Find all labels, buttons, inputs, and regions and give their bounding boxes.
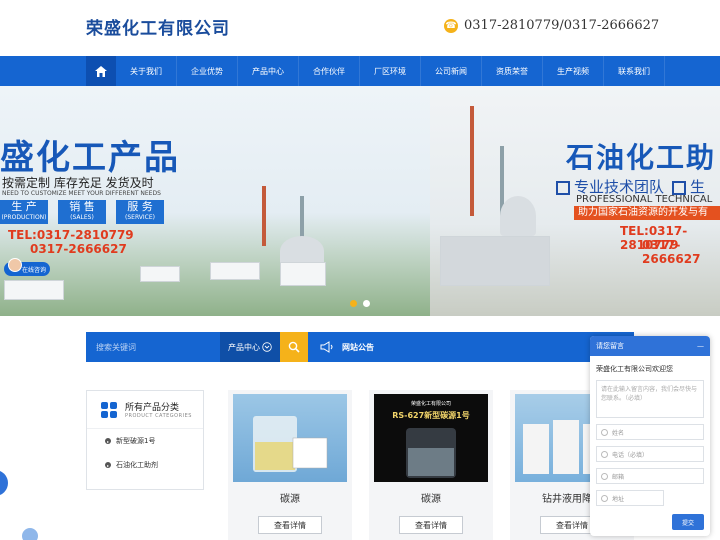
address-field[interactable]: 地址 [596, 490, 664, 506]
arrow-right-icon: ▸ [105, 462, 111, 468]
nav-item-about[interactable]: 关于我们 [116, 56, 177, 86]
message-welcome: 荣盛化工有限公司欢迎您 [596, 365, 673, 373]
banner-right-title: 石油化工助 [566, 141, 717, 174]
product-name[interactable]: 碳源 [369, 490, 493, 505]
search-input[interactable] [86, 332, 220, 362]
message-header: 请您留言 — [590, 336, 710, 356]
name-field[interactable]: 姓名 [596, 424, 704, 440]
service-badges: 生 产 (PRODUCTION) 销 售 (SALES) 服 务 (SERVIC… [0, 200, 164, 224]
megaphone-icon [320, 341, 333, 353]
minimize-icon[interactable]: — [697, 342, 704, 350]
product-categories: 所有产品分类 PRODUCT CATEGORIES ▸ 新型破源1号 ▸ 石油化… [86, 390, 204, 490]
nav-item-video[interactable]: 生产视频 [543, 56, 604, 86]
beaker-illustration [406, 428, 456, 478]
mail-icon [601, 472, 608, 480]
site-header: 荣盛化工有限公司 ☎ 0317-2810779/0317-2666627 [0, 0, 720, 56]
banner-tel-2: 0317-2666627 [30, 242, 127, 256]
product-name[interactable]: 碳源 [228, 490, 352, 505]
view-details-button[interactable]: 查看详情 [258, 516, 322, 534]
banner-title: 盛化工产品 [0, 138, 180, 178]
search-button[interactable] [280, 332, 308, 362]
service-service: 服 务 (SERVICE) [116, 200, 164, 224]
message-textarea[interactable]: 请在此输入留言内容，我们会尽快与您联系。（必填） [596, 380, 704, 418]
search-icon [288, 341, 300, 353]
building-shape [440, 236, 550, 286]
notice-label[interactable]: 网站公告 [342, 342, 374, 353]
building-shape [210, 262, 260, 280]
product-label: RS-627新型碳源1号 [392, 411, 470, 420]
nav-home-button[interactable] [86, 56, 116, 86]
message-widget: 请您留言 — 荣盛化工有限公司欢迎您 请在此输入留言内容，我们会尽快与您联系。（… [590, 336, 710, 536]
categories-subtitle: PRODUCT CATEGORIES [125, 413, 192, 419]
chimney-shape [262, 186, 266, 246]
banner-right-english: PROFESSIONAL TECHNICAL [576, 194, 713, 205]
banner-tel-1: TEL:0317-2810779 [8, 228, 134, 242]
home-icon [95, 65, 107, 77]
search-bar: 产品中心 网站公告 [86, 332, 634, 362]
checkbox-icon [672, 180, 687, 195]
category-item[interactable]: ▸ 新型破源1号 [87, 429, 203, 453]
slider-dot-1[interactable] [350, 300, 357, 307]
email-field[interactable]: 邮箱 [596, 468, 704, 484]
avatar [8, 258, 22, 272]
product-image[interactable] [233, 394, 347, 482]
beaker-illustration [253, 416, 328, 472]
hero-banner[interactable]: 盛化工产品 按需定制 库存充足 发货及时 NEED TO CUSTOMIZE M… [0, 86, 720, 316]
search-category-select[interactable]: 产品中心 [220, 332, 280, 362]
product-image[interactable]: 荣盛化工有限公司 RS-627新型碳源1号 [374, 394, 488, 482]
product-label-top: 荣盛化工有限公司 [410, 401, 451, 407]
chevron-down-icon [262, 342, 272, 352]
site-notice: 网站公告 [308, 332, 634, 362]
company-logo[interactable]: 荣盛化工有限公司 [86, 14, 230, 39]
building-shape [4, 280, 64, 300]
location-icon [601, 494, 608, 502]
service-production: 生 产 (PRODUCTION) [0, 200, 48, 224]
phone-icon: ☎ [444, 18, 458, 33]
decor-circle [22, 528, 38, 540]
chimney-shape [470, 106, 474, 216]
banner-right-tel-2: 0317-2666627 [642, 238, 701, 266]
nav-item-honors[interactable]: 资质荣誉 [482, 56, 543, 86]
banner-english: NEED TO CUSTOMIZE MEET YOUR DIFFERENT NE… [2, 190, 161, 197]
nav-item-news[interactable]: 公司新闻 [421, 56, 482, 86]
phone-icon [601, 450, 608, 458]
header-phone: ☎ 0317-2810779/0317-2666627 [444, 18, 659, 33]
building-shape [280, 262, 326, 286]
categories-title: 所有产品分类 [125, 403, 180, 413]
nav-item-contact[interactable]: 联系我们 [604, 56, 665, 86]
phone-field[interactable]: 电话（必填） [596, 446, 704, 462]
phone-number: 0317-2810779/0317-2666627 [464, 18, 660, 33]
product-card[interactable]: 荣盛化工有限公司 RS-627新型碳源1号 碳源 查看详情 [369, 390, 493, 540]
float-tab[interactable] [0, 470, 8, 496]
arrow-right-icon: ▸ [105, 438, 111, 444]
nav-item-advantage[interactable]: 企业优势 [177, 56, 238, 86]
banner-right-slogan: 助力国家石油资源的开发与有 [574, 206, 720, 220]
category-item[interactable]: ▸ 石油化工助剂 [87, 453, 203, 477]
tank-shape [500, 196, 536, 236]
nav-item-partners[interactable]: 合作伙伴 [299, 56, 360, 86]
user-icon [601, 428, 608, 436]
building-shape [140, 266, 180, 282]
submit-button[interactable]: 提交 [672, 514, 704, 530]
checkbox-icon [556, 180, 570, 195]
nav-item-products[interactable]: 产品中心 [238, 56, 299, 86]
view-details-button[interactable]: 查看详情 [399, 516, 463, 534]
main-nav: 关于我们 企业优势 产品中心 合作伙伴 厂区环境 公司新闻 资质荣誉 生产视频 … [0, 56, 720, 86]
banner-subtitle: 按需定制 库存充足 发货及时 [2, 176, 154, 190]
nav-item-factory[interactable]: 厂区环境 [360, 56, 421, 86]
slider-dots [350, 300, 370, 307]
grid-icon [101, 401, 117, 418]
product-card[interactable]: 碳源 查看详情 [228, 390, 352, 540]
banner-slide-left: 盛化工产品 按需定制 库存充足 发货及时 NEED TO CUSTOMIZE M… [0, 86, 430, 316]
categories-header: 所有产品分类 PRODUCT CATEGORIES [87, 391, 203, 429]
service-sales: 销 售 (SALES) [58, 200, 106, 224]
slider-dot-2[interactable] [363, 300, 370, 307]
